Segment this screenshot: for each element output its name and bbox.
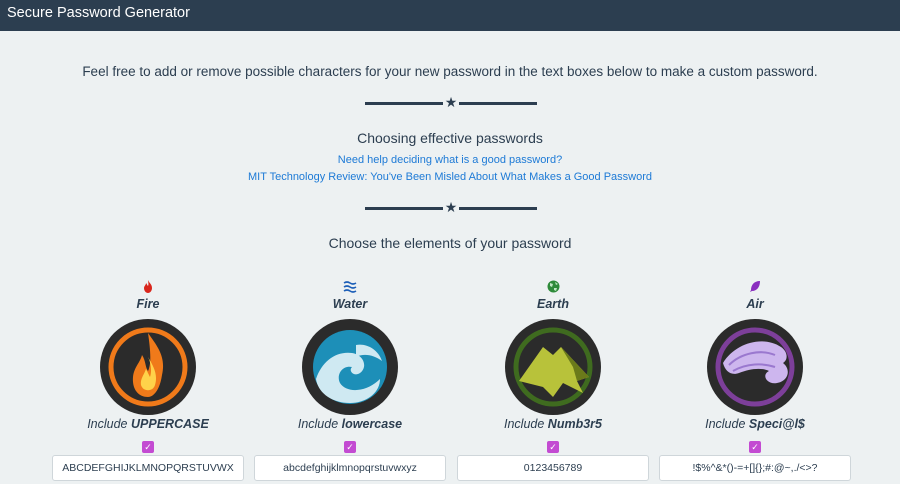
- special-checkbox[interactable]: ✓: [749, 441, 761, 453]
- good-password-link[interactable]: Need help deciding what is a good passwo…: [0, 154, 900, 166]
- choosing-heading: Choosing effective passwords: [357, 130, 543, 146]
- intro-text: Feel free to add or remove possible char…: [82, 64, 818, 79]
- app-title-bar: Secure Password Generator: [0, 0, 900, 31]
- air-emblem: [705, 317, 805, 417]
- element-name: Water: [332, 297, 368, 311]
- lowercase-checkbox[interactable]: ✓: [344, 441, 356, 453]
- special-chars-input[interactable]: [659, 455, 851, 481]
- water-icon: [254, 280, 446, 294]
- star-icon: ★: [444, 94, 458, 110]
- lowercase-chars-input[interactable]: [254, 455, 446, 481]
- include-prefix: Include: [87, 417, 128, 431]
- fire-emblem: [98, 317, 198, 417]
- include-prefix: Include: [705, 417, 746, 431]
- star-icon: ★: [444, 199, 458, 215]
- include-label: UPPERCASE: [131, 417, 209, 431]
- element-water: Water Include lowercase ✓: [254, 280, 446, 484]
- element-name: Earth: [537, 297, 569, 311]
- include-prefix: Include: [297, 417, 339, 431]
- app-title: Secure Password Generator: [7, 5, 190, 21]
- numbers-chars-input[interactable]: [457, 455, 649, 481]
- uppercase-chars-input[interactable]: [52, 455, 244, 481]
- element-name: Fire: [136, 297, 160, 311]
- water-emblem: [300, 317, 400, 417]
- elements-heading: Choose the elements of your password: [328, 235, 572, 251]
- feather-icon: [659, 280, 851, 294]
- include-label: Numb3r5: [547, 417, 602, 431]
- include-label: lowercase: [341, 417, 403, 431]
- star-divider: ★: [365, 94, 537, 110]
- element-fire: Fire Include UPPERCASE ✓: [52, 280, 244, 484]
- mit-review-link[interactable]: MIT Technology Review: You've Been Misle…: [0, 171, 900, 183]
- include-label: Speci@l$: [748, 417, 805, 431]
- element-air: Air Include Speci@l$ ✓: [659, 280, 851, 484]
- uppercase-checkbox[interactable]: ✓: [142, 441, 154, 453]
- star-divider: ★: [365, 199, 537, 215]
- include-prefix: Include: [504, 417, 545, 431]
- element-earth: Earth Include Numb3r5 ✓: [457, 280, 649, 484]
- fire-icon: [52, 280, 244, 294]
- numbers-checkbox[interactable]: ✓: [547, 441, 559, 453]
- element-name: Air: [746, 297, 764, 311]
- globe-icon: [457, 280, 649, 294]
- earth-emblem: [503, 317, 603, 417]
